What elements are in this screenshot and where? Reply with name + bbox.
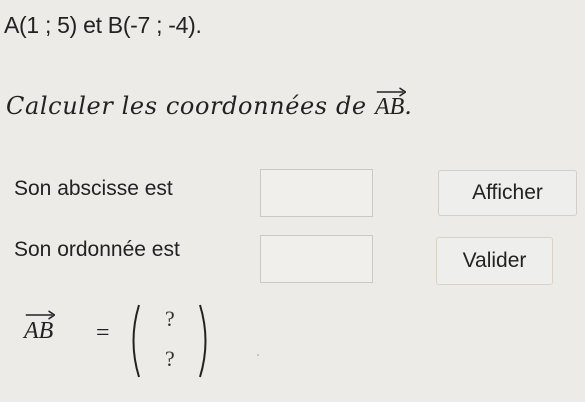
vector-result: AB = ? ? — [20, 300, 280, 380]
left-parenthesis-icon — [126, 302, 142, 380]
result-x-placeholder: ? — [165, 306, 175, 331]
vector-ab: AB — [374, 87, 407, 121]
instruction: Calculer les coordonnées de AB. — [6, 87, 413, 121]
afficher-button[interactable]: Afficher — [438, 170, 577, 216]
result-vector-ab: AB — [24, 310, 56, 345]
ordonnee-input[interactable] — [260, 235, 373, 283]
decorative-dot — [257, 354, 259, 356]
ordonnee-label: Son ordonnée est — [14, 238, 180, 261]
instruction-text: Calculer les coordonnées de — [6, 92, 375, 120]
valider-button[interactable]: Valider — [436, 237, 553, 285]
equals-sign: = — [96, 320, 110, 346]
result-vector-arrow-icon — [25, 310, 56, 320]
abscisse-label: Son abscisse est — [14, 177, 173, 200]
vector-arrow-icon — [376, 87, 407, 97]
vector-ab-label: AB — [374, 94, 405, 120]
given-points-text: A(1 ; 5) et B(-7 ; -4). — [4, 12, 202, 38]
result-vector-label: AB — [24, 318, 54, 344]
result-y-placeholder: ? — [165, 346, 175, 371]
right-parenthesis-icon — [197, 302, 213, 380]
abscisse-input[interactable] — [260, 169, 373, 217]
